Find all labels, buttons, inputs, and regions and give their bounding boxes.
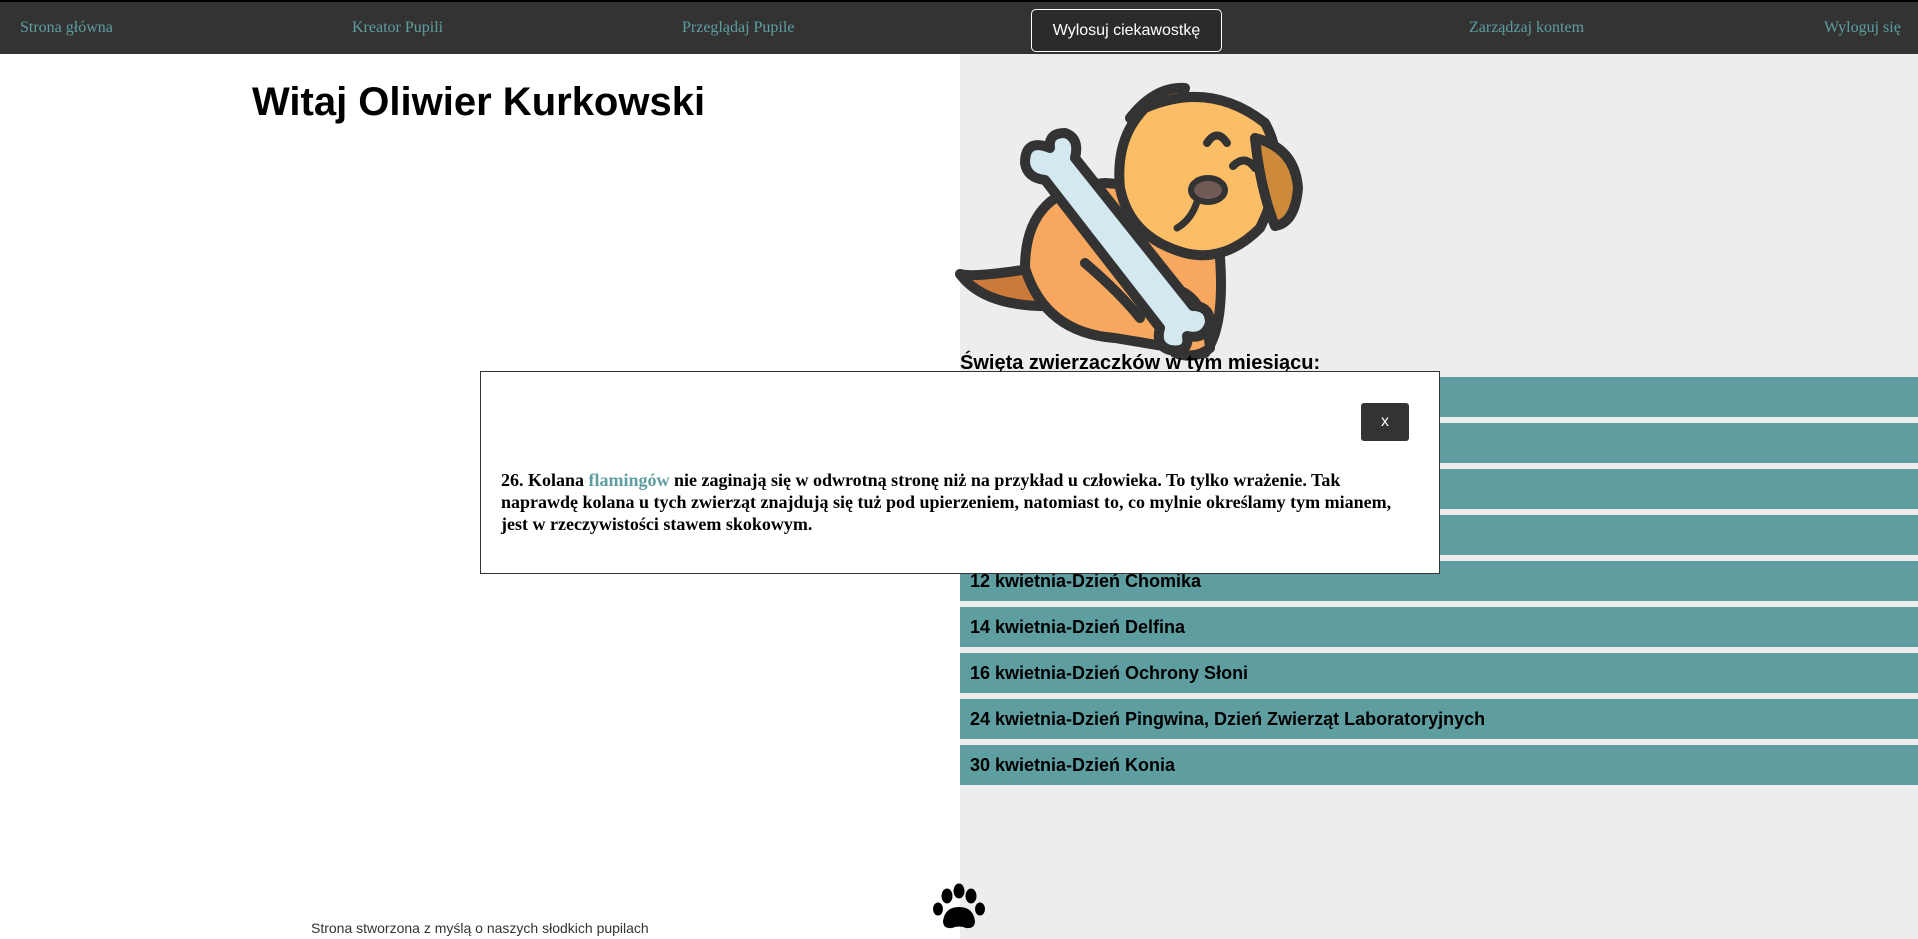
nav-account-link[interactable]: Zarządzaj kontem: [1469, 19, 1584, 37]
fact-modal: x 26. Kolana flamingów nie zaginają się …: [480, 371, 1440, 574]
welcome-heading: Witaj Oliwier Kurkowski: [252, 80, 706, 124]
nav-browse-link[interactable]: Przeglądaj Pupile: [682, 19, 794, 37]
holiday-item: 24 kwietnia-Dzień Pingwina, Dzień Zwierz…: [960, 699, 1918, 739]
fact-text: 26. Kolana flamingów nie zaginają się w …: [501, 469, 1401, 535]
fact-highlight: flamingów: [588, 470, 670, 490]
modal-close-button[interactable]: x: [1361, 403, 1409, 441]
footer-text: Strona stworzona z myślą o naszych słodk…: [311, 920, 649, 936]
holiday-item: 30 kwietnia-Dzień Konia: [960, 745, 1918, 785]
holiday-item: 14 kwietnia-Dzień Delfina: [960, 607, 1918, 647]
top-navigation: Strona główna Kreator Pupili Przeglądaj …: [0, 0, 1918, 54]
nav-creator-link[interactable]: Kreator Pupili: [352, 19, 443, 37]
fact-text-start: 26. Kolana: [501, 470, 589, 490]
nav-logout-link[interactable]: Wyloguj się: [1824, 19, 1901, 37]
holiday-item: 16 kwietnia-Dzień Ochrony Słoni: [960, 653, 1918, 693]
draw-fact-button[interactable]: Wylosuj ciekawostkę: [1031, 9, 1222, 52]
nav-home-link[interactable]: Strona główna: [20, 19, 113, 37]
dog-with-bone-icon: [955, 82, 1303, 361]
paw-icon: [933, 883, 985, 929]
